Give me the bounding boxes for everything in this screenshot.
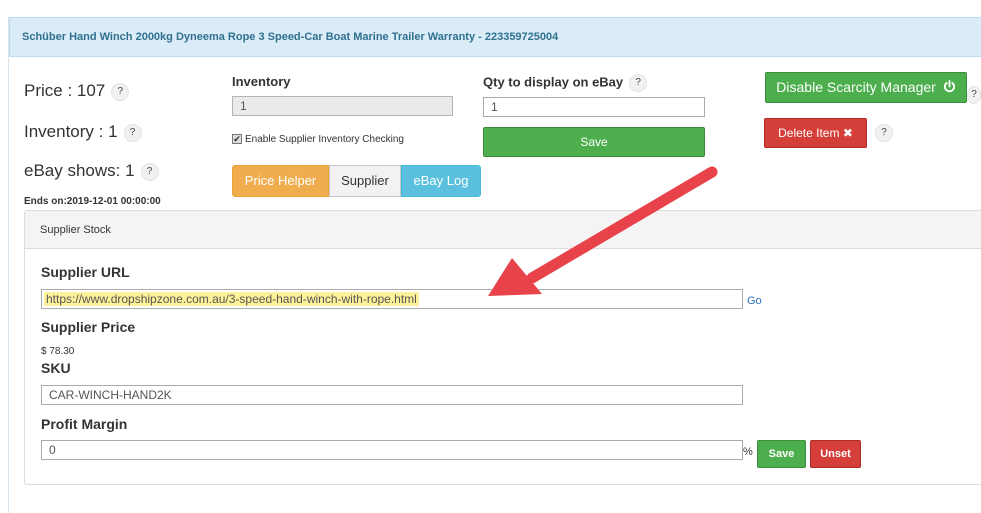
ends-on-text: Ends on:2019-12-01 00:00:00 (24, 196, 161, 207)
ebay-log-button[interactable]: eBay Log (401, 165, 481, 197)
percent-sign: % (743, 446, 753, 458)
supplier-inventory-checkbox-label: Enable Supplier Inventory Checking (245, 134, 404, 145)
price-label: Price : 107 (24, 81, 106, 100)
supplier-inventory-checkbox-row[interactable]: ✔ Enable Supplier Inventory Checking (232, 134, 404, 145)
disable-scarcity-button[interactable]: Disable Scarcity Manager (765, 72, 967, 103)
inventory-help-icon[interactable]: ? (123, 123, 142, 142)
supplier-url-value: https://www.dropshipzone.com.au/3-speed-… (44, 292, 419, 306)
supplier-button[interactable]: Supplier (329, 165, 401, 197)
sku-label: SKU (41, 360, 71, 376)
qty-display-label: Qty to display on eBay (483, 74, 624, 90)
price-summary: Price : 107? (24, 81, 130, 101)
ebay-shows-summary: eBay shows: 1? (24, 161, 159, 181)
inventory-label: Inventory (232, 74, 291, 89)
scarcity-help-icon[interactable]: ? (967, 86, 981, 104)
margin-save-button[interactable]: Save (757, 440, 806, 468)
qty-help-icon[interactable]: ? (629, 74, 648, 92)
ebay-shows-help-icon[interactable]: ? (140, 162, 159, 181)
inventory-input[interactable]: 1 (232, 96, 453, 116)
qty-display-input[interactable]: 1 (483, 97, 705, 117)
supplier-price-value: $ 78.30 (41, 346, 75, 357)
supplier-price-label: Supplier Price (41, 319, 136, 335)
qty-display-label-row: Qty to display on eBay? (483, 74, 648, 92)
price-helper-button[interactable]: Price Helper (232, 165, 329, 197)
sku-input[interactable]: CAR-WINCH-HAND2K (41, 385, 743, 405)
supplier-stock-heading: Supplier Stock (25, 211, 981, 249)
listing-header: Schüber Hand Winch 2000kg Dyneema Rope 3… (9, 17, 981, 57)
profit-margin-label: Profit Margin (41, 416, 128, 432)
supplier-url-label: Supplier URL (41, 264, 130, 280)
profit-margin-input[interactable]: 0 (41, 440, 743, 460)
qty-save-button[interactable]: Save (483, 127, 705, 157)
inventory-summary: Inventory : 1? (24, 122, 142, 142)
delete-help-icon[interactable]: ? (875, 124, 893, 142)
supplier-stock-title: Supplier Stock (40, 224, 111, 236)
checkbox-icon[interactable]: ✔ (232, 134, 242, 145)
margin-unset-button[interactable]: Unset (810, 440, 861, 468)
price-help-icon[interactable]: ? (111, 82, 130, 101)
listing-title: Schüber Hand Winch 2000kg Dyneema Rope 3… (22, 31, 559, 43)
inventory-summary-label: Inventory : 1 (24, 122, 118, 141)
ebay-shows-label: eBay shows: 1 (24, 161, 135, 180)
go-link[interactable]: Go (747, 295, 762, 307)
times-icon: ✖ (842, 126, 853, 140)
power-icon (943, 74, 956, 103)
delete-item-button[interactable]: Delete Item ✖ (764, 118, 867, 148)
supplier-url-input[interactable]: https://www.dropshipzone.com.au/3-speed-… (41, 289, 743, 309)
disable-scarcity-label: Disable Scarcity Manager (776, 79, 936, 95)
delete-item-label: Delete Item (778, 126, 840, 140)
